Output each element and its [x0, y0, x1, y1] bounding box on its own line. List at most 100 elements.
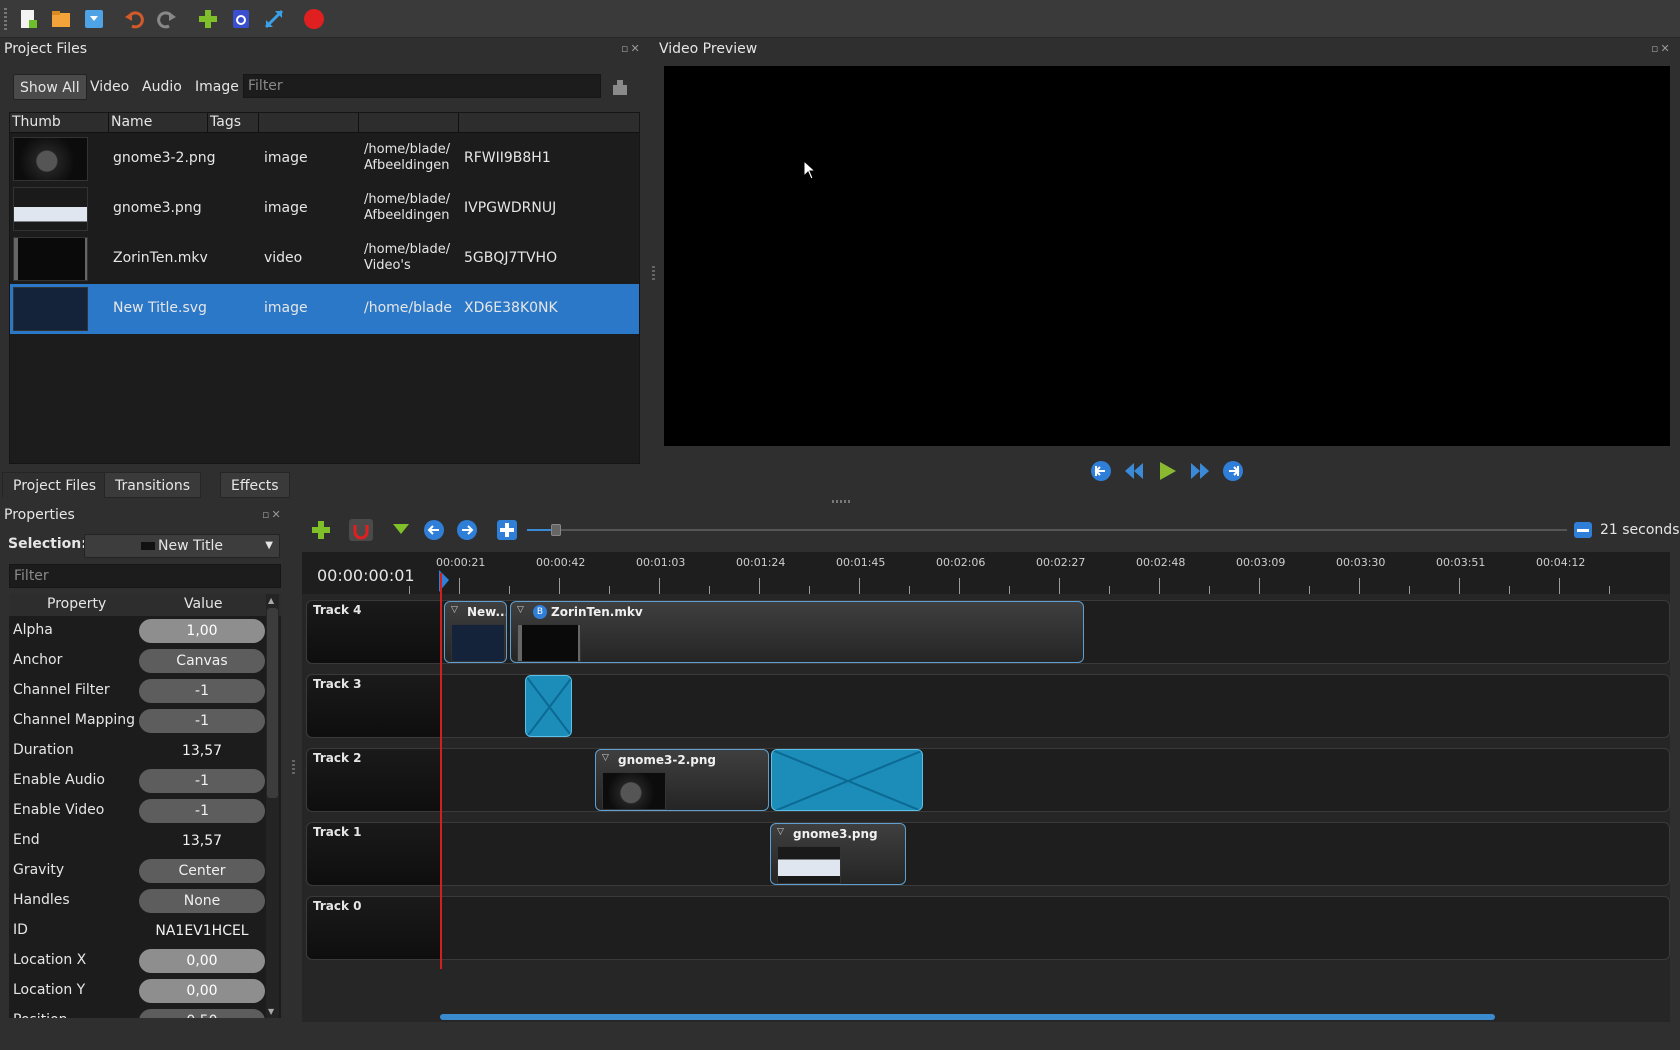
properties-filter-input[interactable]: Filter [9, 564, 281, 588]
track-header[interactable]: Track 1 [307, 823, 441, 885]
track[interactable]: Track 0 [306, 896, 1670, 960]
clip-menu-icon[interactable]: ▽ [517, 605, 524, 615]
zoom-slider-track[interactable] [527, 524, 1567, 536]
property-value[interactable]: -1 [139, 709, 265, 733]
property-row[interactable]: Gravity Center [9, 856, 281, 886]
property-row[interactable]: Enable Video -1 [9, 796, 281, 826]
property-value[interactable]: -1 [139, 769, 265, 793]
video-preview-dock-controls[interactable]: ▫✕ [1651, 42, 1672, 55]
filter-audio-button[interactable]: Audio [136, 74, 188, 100]
filter-image-button[interactable]: Image [189, 74, 245, 100]
save-project-icon[interactable] [82, 7, 106, 31]
add-marker-icon[interactable] [390, 519, 412, 541]
track[interactable]: Track 1 [306, 822, 1670, 886]
scroll-down-icon[interactable]: ▼ [268, 1007, 274, 1016]
property-row[interactable]: Duration 13,57 [9, 736, 281, 766]
redo-icon[interactable] [155, 7, 179, 31]
property-value[interactable]: Canvas [139, 649, 265, 673]
splitter-handle[interactable] [292, 760, 295, 776]
timeline-clip[interactable]: ▽ gnome3.png [770, 823, 906, 885]
add-track-icon[interactable] [310, 519, 332, 541]
file-row[interactable]: ZorinTen.mkv video /home/blade/Video's 5… [10, 234, 639, 284]
timeline[interactable]: 00:00:00:01 00:00:21 00:00:42 00:01:03 00:0… [302, 552, 1670, 1022]
playhead-line[interactable] [440, 573, 442, 969]
clip-menu-icon[interactable]: ▽ [777, 827, 784, 837]
property-value[interactable]: 13,57 [139, 829, 265, 853]
timeline-clip[interactable]: ▽ ZorinTen.mkv B [510, 601, 1084, 663]
fast-forward-icon[interactable] [1189, 460, 1211, 482]
property-value[interactable]: 1,00 [139, 619, 265, 643]
file-row[interactable]: gnome3.png image /home/blade/Afbeeldinge… [10, 184, 639, 234]
property-row[interactable]: Handles None [9, 886, 281, 916]
property-row[interactable]: Channel Mapping -1 [9, 706, 281, 736]
property-row[interactable]: Location X 0,00 [9, 946, 281, 976]
property-value[interactable]: 0,50 [139, 1009, 265, 1018]
transition-clip[interactable] [525, 675, 572, 737]
property-row[interactable]: Enable Audio -1 [9, 766, 281, 796]
property-value[interactable]: 0,00 [139, 979, 265, 1003]
previous-marker-icon[interactable] [423, 519, 445, 541]
property-value[interactable]: NA1EV1HCEL [139, 919, 265, 943]
property-value[interactable]: -1 [139, 799, 265, 823]
property-row[interactable]: ID NA1EV1HCEL [9, 916, 281, 946]
col-property[interactable]: Property [47, 596, 106, 612]
jump-to-start-icon[interactable] [1090, 460, 1112, 482]
tab-effects[interactable]: Effects [220, 472, 290, 498]
next-marker-icon[interactable] [456, 519, 478, 541]
toolbar-grip[interactable] [4, 8, 7, 30]
track-header[interactable]: Track 3 [307, 675, 441, 737]
undo-icon[interactable] [122, 7, 146, 31]
properties-dock-controls[interactable]: ▫✕ [262, 508, 283, 521]
jump-to-end-icon[interactable] [1222, 460, 1244, 482]
property-row[interactable]: Location Y 0,00 [9, 976, 281, 1006]
import-files-icon[interactable] [196, 7, 220, 31]
tab-transitions[interactable]: Transitions [104, 472, 201, 498]
file-row[interactable]: gnome3-2.png image /home/blade/Afbeeldin… [10, 134, 639, 184]
timeline-clip[interactable]: ▽ gnome3-2.png [595, 749, 769, 811]
track-header[interactable]: Track 4 [307, 601, 441, 663]
col-thumb[interactable]: Thumb [12, 114, 61, 130]
timeline-scrollbar[interactable] [440, 1014, 1495, 1020]
track-header[interactable]: Track 0 [307, 897, 441, 959]
snapping-icon[interactable] [349, 519, 373, 541]
properties-scrollbar[interactable]: ▲ ▼ [266, 594, 279, 1018]
clip-menu-icon[interactable]: ▽ [602, 753, 609, 763]
transition-clip[interactable] [771, 749, 923, 811]
property-row[interactable]: Alpha 1,00 [9, 616, 281, 646]
open-project-icon[interactable] [49, 7, 73, 31]
rewind-icon[interactable] [1123, 460, 1145, 482]
timeline-ruler[interactable]: 00:00:00:01 00:00:21 00:00:42 00:01:03 00:0… [302, 552, 1670, 594]
selection-dropdown[interactable]: New Title ▼ [84, 534, 280, 558]
profile-icon[interactable] [229, 7, 253, 31]
col-name[interactable]: Name [111, 114, 152, 130]
export-video-icon[interactable] [302, 7, 326, 31]
project-files-filter-input[interactable]: Filter [243, 74, 601, 98]
splitter-handle[interactable] [652, 266, 655, 282]
timeline-clip[interactable]: ▽ New... [444, 601, 507, 663]
col-value[interactable]: Value [184, 596, 222, 612]
new-project-icon[interactable] [16, 7, 40, 31]
property-value[interactable]: 0,00 [139, 949, 265, 973]
track-header[interactable]: Track 2 [307, 749, 441, 811]
property-row[interactable]: Anchor Canvas [9, 646, 281, 676]
scroll-up-icon[interactable]: ▲ [268, 596, 274, 605]
clear-filter-icon[interactable] [609, 76, 631, 98]
zoom-slider-handle[interactable] [551, 524, 561, 536]
col-tags[interactable]: Tags [210, 114, 241, 130]
property-value[interactable]: 13,57 [139, 739, 265, 763]
video-preview-canvas[interactable] [664, 66, 1670, 446]
clip-menu-icon[interactable]: ▽ [451, 605, 458, 615]
property-value[interactable]: Center [139, 859, 265, 883]
file-row-selected[interactable]: New Title.svg image /home/blade XD6E38K0… [10, 284, 639, 334]
property-row[interactable]: End 13,57 [9, 826, 281, 856]
play-icon[interactable] [1156, 460, 1178, 482]
property-row[interactable]: Channel Filter -1 [9, 676, 281, 706]
property-value[interactable]: -1 [139, 679, 265, 703]
track[interactable]: Track 3 [306, 674, 1670, 738]
property-row[interactable]: Position 0,50 [9, 1006, 281, 1018]
property-value[interactable]: None [139, 889, 265, 913]
splitter-handle[interactable] [832, 500, 850, 503]
track[interactable]: Track 2 [306, 748, 1670, 812]
center-timeline-icon[interactable] [496, 519, 518, 541]
tab-project-files[interactable]: Project Files [2, 472, 108, 498]
